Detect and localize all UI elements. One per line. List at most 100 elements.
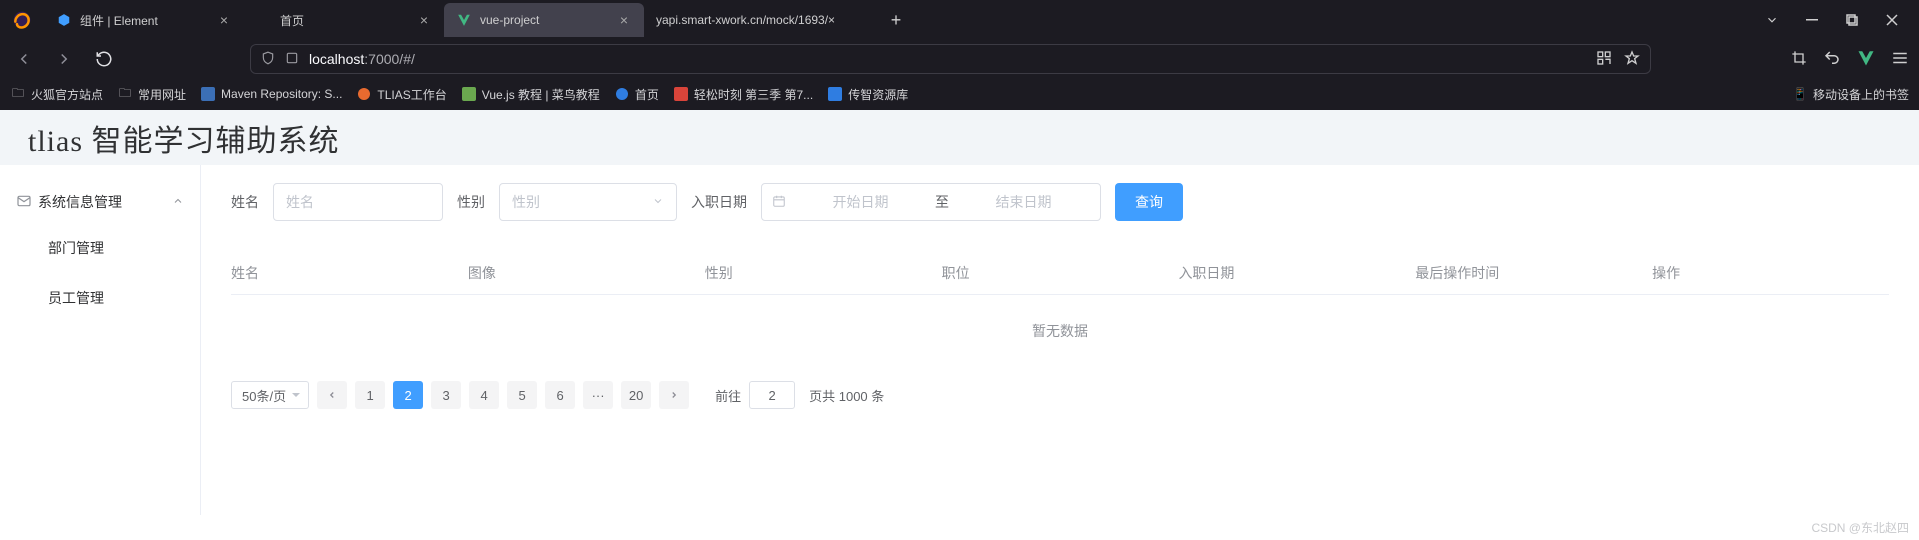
tlias-icon xyxy=(356,86,372,102)
bookmark-item[interactable]: TLIAS工作台 xyxy=(356,86,446,103)
bookmark-item[interactable]: Vue.js 教程 | 菜鸟教程 xyxy=(461,86,600,103)
tab-title: yapi.smart-xwork.cn/mock/1693/× xyxy=(656,13,862,27)
page-title: tlias 智能学习辅助系统 xyxy=(0,110,1919,165)
bookmark-item[interactable]: 🗀火狐官方站点 xyxy=(10,86,103,103)
tab-home[interactable]: 首页 × xyxy=(244,3,444,37)
gender-label: 性别 xyxy=(457,192,485,212)
gender-placeholder: 性别 xyxy=(512,192,540,212)
th-job: 职位 xyxy=(942,263,1179,283)
close-icon[interactable]: × xyxy=(416,12,432,28)
name-label: 姓名 xyxy=(231,192,259,212)
page-20[interactable]: 20 xyxy=(621,381,651,409)
back-button[interactable] xyxy=(10,45,38,73)
tab-title: vue-project xyxy=(480,13,608,27)
th-action: 操作 xyxy=(1652,263,1889,283)
th-gender: 性别 xyxy=(705,263,942,283)
bookmark-item[interactable]: 轻松时刻 第三季 第7... xyxy=(673,86,813,103)
blank-favicon-icon xyxy=(256,12,272,28)
next-page-button[interactable] xyxy=(659,381,689,409)
close-window-icon[interactable] xyxy=(1883,11,1901,29)
search-button[interactable]: 查询 xyxy=(1115,183,1183,221)
page-2[interactable]: 2 xyxy=(393,381,423,409)
goto-label: 前往 xyxy=(715,386,741,405)
sidebar-item-emp[interactable]: 员工管理 xyxy=(0,273,200,323)
search-form: 姓名 姓名 性别 性别 入职日期 开始日期 至 结束日期 查询 xyxy=(231,183,1889,221)
hiredate-range[interactable]: 开始日期 至 结束日期 xyxy=(761,183,1101,221)
page-ellipsis[interactable]: ··· xyxy=(583,381,613,409)
range-separator: 至 xyxy=(935,192,949,212)
bookmark-star-icon[interactable] xyxy=(1624,50,1640,69)
end-date-placeholder: 结束日期 xyxy=(957,192,1090,212)
forward-button[interactable] xyxy=(50,45,78,73)
close-icon[interactable]: × xyxy=(616,12,632,28)
resource-icon xyxy=(827,86,843,102)
page-size-select[interactable]: 50条/页 xyxy=(231,381,309,409)
folder-icon: 🗀 xyxy=(117,86,133,102)
home-icon xyxy=(614,86,630,102)
minimize-icon[interactable] xyxy=(1803,11,1821,29)
video-icon xyxy=(673,86,689,102)
vue-icon xyxy=(456,12,472,28)
sidebar-group-system[interactable]: 系统信息管理 xyxy=(0,181,200,223)
sidebar-group-label: 系统信息管理 xyxy=(38,192,122,212)
bookmark-item[interactable]: 传智资源库 xyxy=(827,86,908,103)
chevron-up-icon xyxy=(172,194,184,210)
reload-button[interactable] xyxy=(90,45,118,73)
bookmark-item[interactable]: 首页 xyxy=(614,86,659,103)
bookmark-item[interactable]: 🗀常用网址 xyxy=(117,86,186,103)
name-input[interactable]: 姓名 xyxy=(273,183,443,221)
emp-table: 姓名 图像 性别 职位 入职日期 最后操作时间 操作 暂无数据 xyxy=(231,251,1889,367)
close-icon[interactable]: × xyxy=(216,12,232,28)
th-name: 姓名 xyxy=(231,263,468,283)
watermark: CSDN @东北赵四 xyxy=(1811,519,1909,536)
goto-input[interactable] xyxy=(749,381,795,409)
url-bar[interactable]: localhost:7000/#/ xyxy=(250,44,1651,74)
tab-vue-project[interactable]: vue-project × xyxy=(444,3,644,37)
tab-title: 组件 | Element xyxy=(80,12,208,29)
page-6[interactable]: 6 xyxy=(545,381,575,409)
start-date-placeholder: 开始日期 xyxy=(794,192,927,212)
crop-icon[interactable] xyxy=(1791,50,1807,69)
new-tab-button[interactable]: + xyxy=(882,6,910,34)
th-lastop: 最后操作时间 xyxy=(1415,263,1652,283)
qr-icon[interactable] xyxy=(1596,50,1612,69)
undo-icon[interactable] xyxy=(1823,49,1841,70)
prev-page-button[interactable] xyxy=(317,381,347,409)
total-text: 页共 1000 条 xyxy=(809,386,884,405)
tab-element[interactable]: 组件 | Element × xyxy=(44,3,244,37)
page-1[interactable]: 1 xyxy=(355,381,385,409)
folder-icon: 🗀 xyxy=(10,86,26,102)
calendar-icon xyxy=(772,194,786,211)
window-controls xyxy=(1763,11,1911,29)
table-empty: 暂无数据 xyxy=(231,295,1889,367)
mobile-icon: 📱 xyxy=(1792,86,1808,102)
maven-icon xyxy=(200,86,216,102)
cube-icon xyxy=(56,12,72,28)
sidebar: 系统信息管理 部门管理 员工管理 xyxy=(0,165,200,515)
page-4[interactable]: 4 xyxy=(469,381,499,409)
shield-icon xyxy=(261,51,277,67)
sidebar-item-dept[interactable]: 部门管理 xyxy=(0,223,200,273)
pagination: 50条/页 1 2 3 4 5 6 ··· 20 前往 页共 1000 条 xyxy=(231,381,1889,409)
th-hiredate: 入职日期 xyxy=(1178,263,1415,283)
tab-yapi[interactable]: yapi.smart-xwork.cn/mock/1693/× xyxy=(644,3,874,37)
url-text: localhost:7000/#/ xyxy=(309,51,415,67)
tab-title: 首页 xyxy=(280,12,408,29)
message-icon xyxy=(16,193,32,212)
page-5[interactable]: 5 xyxy=(507,381,537,409)
bookmarks-bar: 🗀火狐官方站点 🗀常用网址 Maven Repository: S... TLI… xyxy=(0,78,1919,110)
gender-select[interactable]: 性别 xyxy=(499,183,677,221)
maximize-icon[interactable] xyxy=(1843,11,1861,29)
firefox-logo-icon xyxy=(8,6,36,34)
info-icon xyxy=(285,51,301,67)
chevron-down-icon[interactable] xyxy=(1763,11,1781,29)
runoob-icon xyxy=(461,86,477,102)
page-3[interactable]: 3 xyxy=(431,381,461,409)
hamburger-menu-icon[interactable] xyxy=(1891,49,1909,70)
vue-devtools-icon[interactable] xyxy=(1857,49,1875,70)
bookmark-item[interactable]: Maven Repository: S... xyxy=(200,86,342,102)
mobile-bookmarks[interactable]: 📱移动设备上的书签 xyxy=(1792,86,1909,103)
tab-bar: 组件 | Element × 首页 × vue-project × yapi.s… xyxy=(44,0,1763,40)
hiredate-label: 入职日期 xyxy=(691,192,747,212)
th-image: 图像 xyxy=(468,263,705,283)
